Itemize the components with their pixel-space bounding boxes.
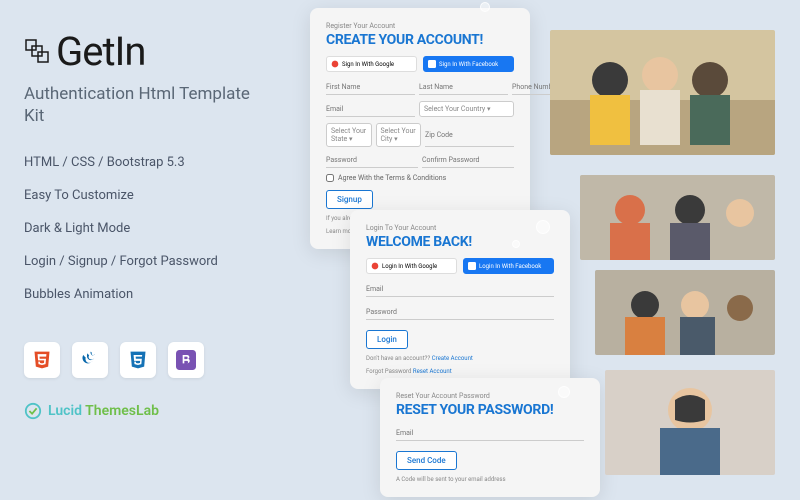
state-select[interactable]: Select Your State ▾ bbox=[326, 123, 372, 147]
feature-item: HTML / CSS / Bootstrap 5.3 bbox=[24, 155, 256, 170]
zip-input[interactable] bbox=[425, 123, 514, 147]
reset-title: RESET YOUR PASSWORD! bbox=[396, 402, 584, 418]
login-helper1: Don't have an account?? Create Account bbox=[366, 355, 554, 362]
logo: GetIn bbox=[24, 28, 256, 75]
login-pretitle: Login To Your Account bbox=[366, 224, 554, 232]
feature-list: HTML / CSS / Bootstrap 5.3 Easy To Custo… bbox=[24, 155, 256, 302]
google-icon bbox=[331, 60, 339, 68]
facebook-icon bbox=[428, 60, 436, 68]
feature-item: Easy To Customize bbox=[24, 188, 256, 203]
reset-helper: A Code will be sent to your email addres… bbox=[396, 476, 584, 483]
bootstrap-icon bbox=[168, 342, 204, 378]
login-password-input[interactable] bbox=[366, 305, 554, 320]
country-select[interactable]: Select Your Country ▾ bbox=[419, 101, 514, 117]
reset-email-input[interactable] bbox=[396, 426, 584, 441]
jquery-icon bbox=[72, 342, 108, 378]
google-icon bbox=[371, 262, 379, 270]
photo-discussion bbox=[595, 270, 775, 355]
login-title: WELCOME BACK! bbox=[366, 234, 554, 250]
photo-teamwork bbox=[580, 175, 775, 260]
last-name-input[interactable] bbox=[419, 80, 508, 95]
html5-icon bbox=[24, 342, 60, 378]
photo-collaboration bbox=[550, 30, 775, 155]
signup-button[interactable]: Signup bbox=[326, 190, 373, 209]
signup-title: CREATE YOUR ACCOUNT! bbox=[326, 32, 514, 48]
feature-item: Login / Signup / Forgot Password bbox=[24, 254, 256, 269]
google-login-button[interactable]: Login In With Google bbox=[366, 258, 457, 274]
login-button[interactable]: Login bbox=[366, 330, 408, 349]
feature-item: Bubbles Animation bbox=[24, 287, 256, 302]
subtitle: Authentication Html Template Kit bbox=[24, 83, 256, 127]
brand-name: GetIn bbox=[56, 28, 146, 75]
logo-icon bbox=[24, 38, 52, 66]
google-signin-button[interactable]: Sign In With Google bbox=[326, 56, 417, 72]
tech-icons bbox=[24, 342, 256, 378]
photo-support bbox=[605, 370, 775, 475]
footer-brand: Lucid ThemesLab bbox=[24, 402, 256, 420]
facebook-login-button[interactable]: Login In With Facebook bbox=[463, 258, 554, 274]
reset-card: Reset Your Account Password RESET YOUR P… bbox=[380, 378, 600, 497]
email-input[interactable] bbox=[326, 101, 415, 117]
login-email-input[interactable] bbox=[366, 282, 554, 297]
login-card: Login To Your Account WELCOME BACK! Logi… bbox=[350, 210, 570, 389]
feature-item: Dark & Light Mode bbox=[24, 221, 256, 236]
facebook-icon bbox=[468, 262, 476, 270]
signup-pretitle: Register Your Account bbox=[326, 22, 514, 30]
facebook-signin-button[interactable]: Sign In With Facebook bbox=[423, 56, 514, 72]
login-helper2: Forgot Password Reset Account bbox=[366, 368, 554, 375]
css3-icon bbox=[120, 342, 156, 378]
terms-checkbox[interactable] bbox=[326, 174, 334, 182]
reset-account-link[interactable]: Reset Account bbox=[413, 368, 452, 375]
password-input[interactable] bbox=[326, 153, 418, 168]
send-code-button[interactable]: Send Code bbox=[396, 451, 457, 470]
reset-pretitle: Reset Your Account Password bbox=[396, 392, 584, 400]
brand-icon bbox=[24, 402, 42, 420]
first-name-input[interactable] bbox=[326, 80, 415, 95]
confirm-password-input[interactable] bbox=[422, 153, 514, 168]
city-select[interactable]: Select Your City ▾ bbox=[376, 123, 422, 147]
create-account-link[interactable]: Create Account bbox=[432, 355, 473, 362]
